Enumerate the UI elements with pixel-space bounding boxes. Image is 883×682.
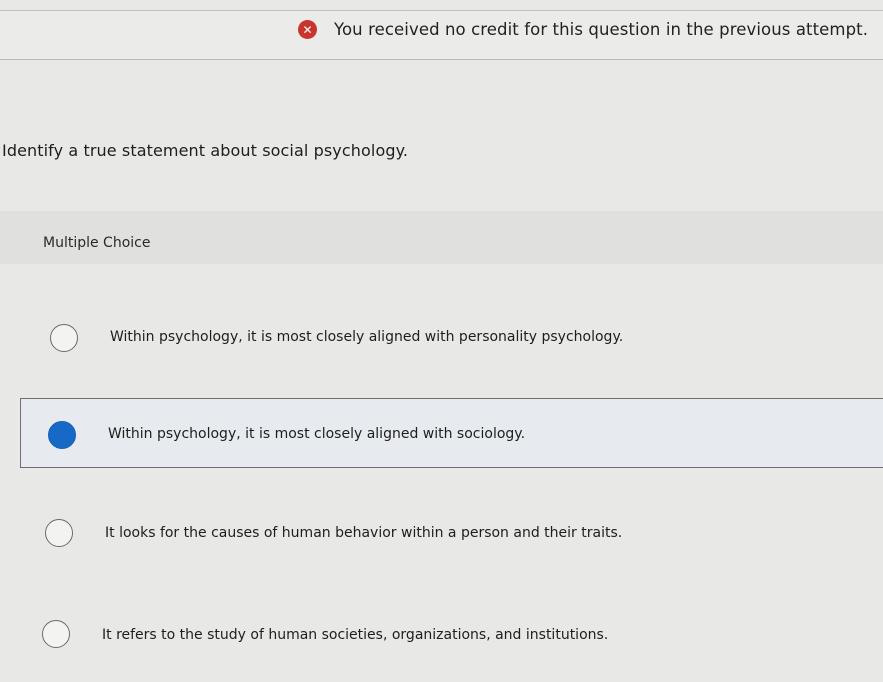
answer-option-label-1: Within psychology, it is most closely al… — [110, 329, 624, 345]
answer-option-label-2: Within psychology, it is most closely al… — [108, 426, 526, 442]
radio-button-4[interactable] — [42, 620, 70, 648]
answer-option-1[interactable]: Within psychology, it is most closely al… — [20, 303, 883, 373]
answer-option-3[interactable]: It looks for the causes of human behavio… — [20, 499, 883, 569]
answer-option-4[interactable]: It refers to the study of human societie… — [20, 600, 883, 670]
answer-option-label-4: It refers to the study of human societie… — [102, 627, 609, 643]
question-prompt: Identify a true statement about social p… — [2, 141, 409, 160]
answer-option-2[interactable]: Within psychology, it is most closely al… — [20, 398, 883, 468]
radio-button-1[interactable] — [50, 324, 78, 352]
answer-option-label-3: It looks for the causes of human behavio… — [105, 525, 623, 541]
question-type-header: Multiple Choice — [0, 211, 883, 264]
feedback-banner-content: ✕ You received no credit for this questi… — [298, 20, 868, 39]
error-x-icon: ✕ — [298, 20, 317, 39]
feedback-message: You received no credit for this question… — [334, 20, 869, 39]
radio-button-3[interactable] — [45, 519, 73, 547]
feedback-banner: ✕ You received no credit for this questi… — [0, 10, 883, 60]
question-type-label: Multiple Choice — [43, 235, 151, 251]
radio-button-2-selected[interactable] — [48, 421, 76, 449]
